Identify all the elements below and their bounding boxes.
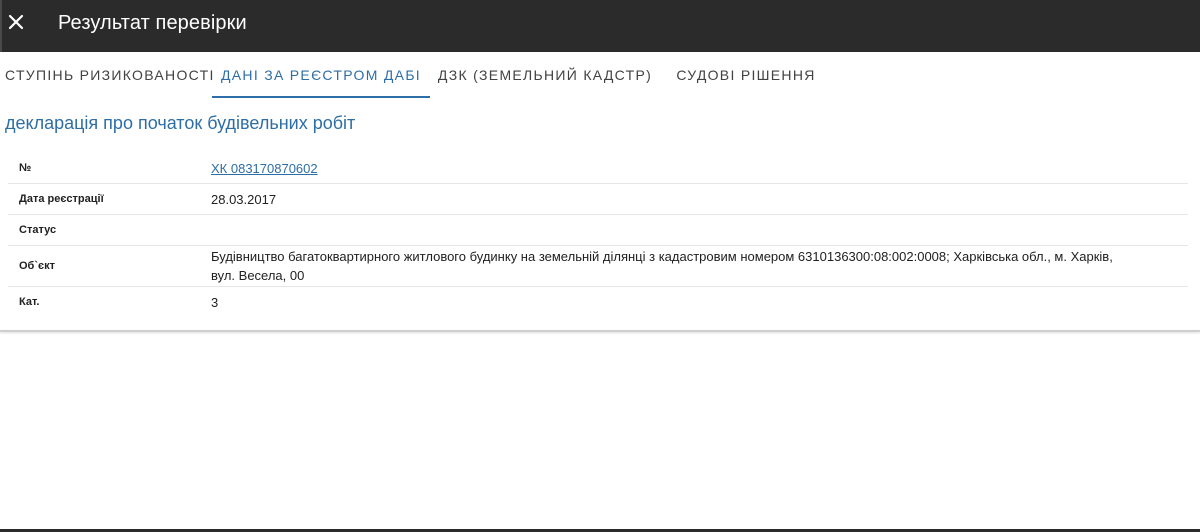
details-table: № ХК 083170870602 Дата реєстрації 28.03.… — [8, 153, 1188, 317]
close-button[interactable] — [4, 10, 28, 34]
section-title: декларація про початок будівельних робіт — [5, 113, 356, 133]
object-description-line: вул. Весела, 00 — [211, 268, 305, 283]
active-tab-indicator — [212, 96, 430, 98]
tab-court-decisions[interactable]: СУДОВІ РІШЕННЯ — [660, 52, 832, 98]
row-label: Статус — [19, 223, 57, 236]
tab-label: СТУПІНЬ РИЗИКОВАНОСТІ — [5, 67, 215, 83]
close-icon — [7, 13, 25, 31]
object-description-line: Будівництво багатоквартирного житлового … — [211, 249, 1113, 264]
app-header: Результат перевірки — [0, 0, 1200, 52]
row-label: № — [19, 161, 32, 174]
tab-bar: СТУПІНЬ РИЗИКОВАНОСТІ ДАНІ ЗА РЕЄСТРОМ Д… — [0, 52, 1200, 98]
row-label: Дата реєстрації — [19, 192, 104, 205]
row-value — [199, 215, 1188, 245]
header-left-edge — [0, 0, 2, 52]
table-row: Об`єкт Будівництво багатоквартирного жит… — [8, 246, 1188, 287]
table-row: Дата реєстрації 28.03.2017 — [8, 184, 1188, 215]
row-label: Об`єкт — [19, 259, 55, 272]
row-label: Кат. — [19, 295, 40, 308]
row-value: 3 — [211, 294, 219, 310]
row-value: Будівництво багатоквартирного житлового … — [199, 246, 1188, 286]
tab-risk-level[interactable]: СТУПІНЬ РИЗИКОВАНОСТІ — [0, 52, 215, 98]
tab-dabi-registry[interactable]: ДАНІ ЗА РЕЄСТРОМ ДАБІ — [212, 52, 430, 98]
table-row: Статус — [8, 215, 1188, 246]
tab-label: ДЗК (ЗЕМЕЛЬНИЙ КАДСТР) — [437, 67, 653, 83]
tab-label: СУДОВІ РІШЕННЯ — [676, 67, 816, 83]
tab-land-cadastre[interactable]: ДЗК (ЗЕМЕЛЬНИЙ КАДСТР) — [430, 52, 660, 98]
tab-label: ДАНІ ЗА РЕЄСТРОМ ДАБІ — [221, 67, 421, 83]
table-row: № ХК 083170870602 — [8, 153, 1188, 184]
row-value: ХК 083170870602 — [199, 153, 1188, 183]
panel-divider — [0, 330, 1200, 332]
declaration-number-link[interactable]: ХК 083170870602 — [211, 159, 318, 178]
table-row: Кат. 3 — [8, 287, 1188, 317]
page-title: Результат перевірки — [58, 12, 247, 34]
row-value: 28.03.2017 — [211, 191, 277, 207]
